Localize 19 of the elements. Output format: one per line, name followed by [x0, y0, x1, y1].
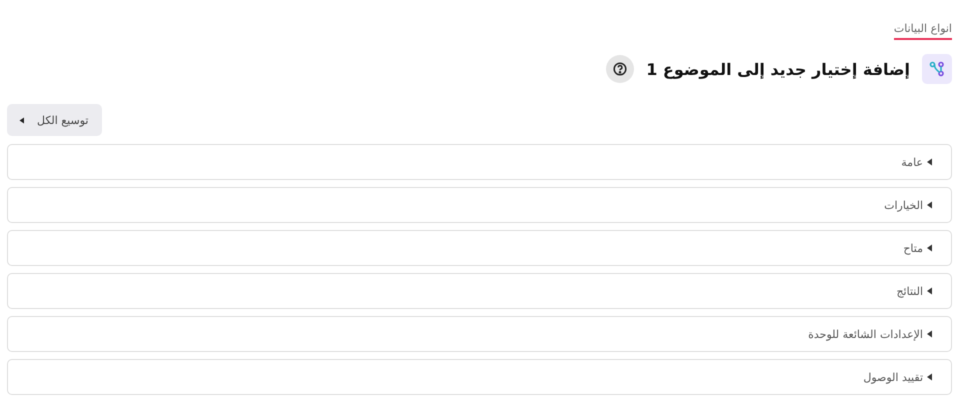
section-label: متاح	[903, 242, 923, 254]
caret-icon	[19, 116, 25, 124]
help-button[interactable]	[606, 55, 634, 83]
section-header[interactable]: النتائج	[7, 273, 952, 309]
section-label: تقييد الوصول	[863, 370, 923, 384]
branch-icon	[922, 54, 952, 84]
section-header[interactable]: الخيارات	[7, 187, 952, 223]
tab[interactable]: انواع البيانات	[894, 20, 952, 40]
section-header[interactable]: تقييد الوصول	[7, 359, 952, 395]
section-header[interactable]: عامة	[7, 144, 952, 180]
section-label: النتائج	[896, 284, 923, 298]
expand-all-button[interactable]: توسيع الكل	[7, 104, 102, 136]
section-label: الخيارات	[884, 198, 923, 212]
page-title: إضافة إختيار جديد إلى الموضوع 1	[646, 60, 910, 78]
section-header[interactable]: الإعدادات الشائعة للوحدة	[7, 316, 952, 352]
section-label: عامة	[901, 156, 923, 168]
section-header[interactable]: متاح	[7, 230, 952, 266]
question-icon	[613, 62, 628, 76]
section-label: الإعدادات الشائعة للوحدة	[808, 328, 923, 340]
